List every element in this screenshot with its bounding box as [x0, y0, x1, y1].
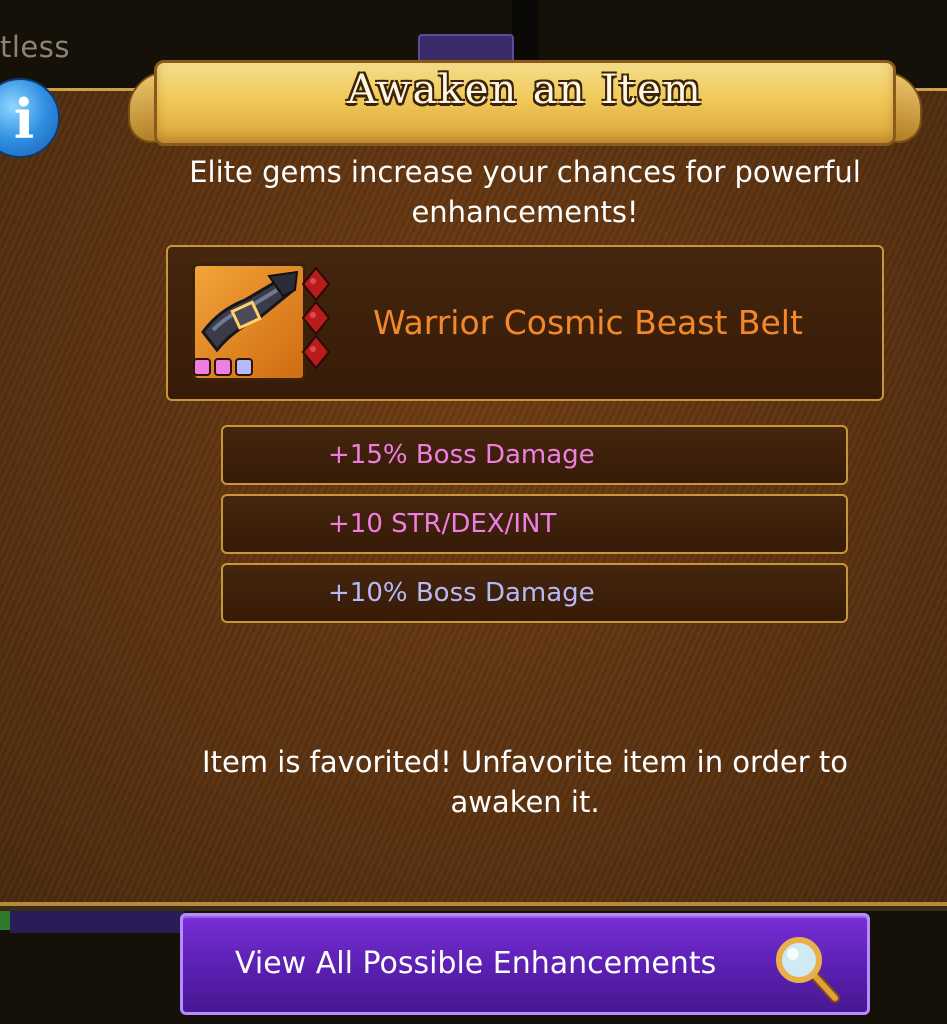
- enhancement-row: +10 STR/DEX/INT: [221, 494, 848, 554]
- dialog-title: Awaken an Item: [347, 67, 703, 113]
- view-all-enhancements-button[interactable]: View All Possible Enhancements: [180, 913, 870, 1015]
- enhancement-text: +10 STR/DEX/INT: [328, 509, 557, 539]
- belt-graphic: [201, 270, 299, 353]
- view-all-enhancements-label: View All Possible Enhancements: [235, 946, 717, 981]
- enhancement-text: +15% Boss Damage: [328, 440, 595, 470]
- gem-dot: [214, 358, 232, 376]
- belt-icon[interactable]: [192, 263, 331, 381]
- enhancement-row: +15% Boss Damage: [221, 425, 848, 485]
- gem-dot: [235, 358, 253, 376]
- title-banner: Awaken an Item: [128, 60, 922, 150]
- enhancement-text: +10% Boss Damage: [328, 578, 595, 608]
- gem-dot: [193, 358, 211, 376]
- favorited-warning: Item is favorited! Unfavorite item in or…: [202, 745, 848, 819]
- background-partial-label: tless: [0, 30, 70, 64]
- item-name: Warrior Cosmic Beast Belt: [373, 303, 803, 342]
- magnifier-icon: [776, 937, 840, 1003]
- enhancement-row: +10% Boss Damage: [221, 563, 848, 623]
- gem-indicators: [193, 358, 253, 376]
- gem-sockets: [299, 264, 333, 374]
- info-icon-glyph: i: [13, 87, 35, 151]
- dialog-subtitle: Elite gems increase your chances for pow…: [189, 155, 861, 229]
- item-card[interactable]: Warrior Cosmic Beast Belt: [166, 245, 884, 401]
- banner-body: Awaken an Item: [154, 60, 896, 146]
